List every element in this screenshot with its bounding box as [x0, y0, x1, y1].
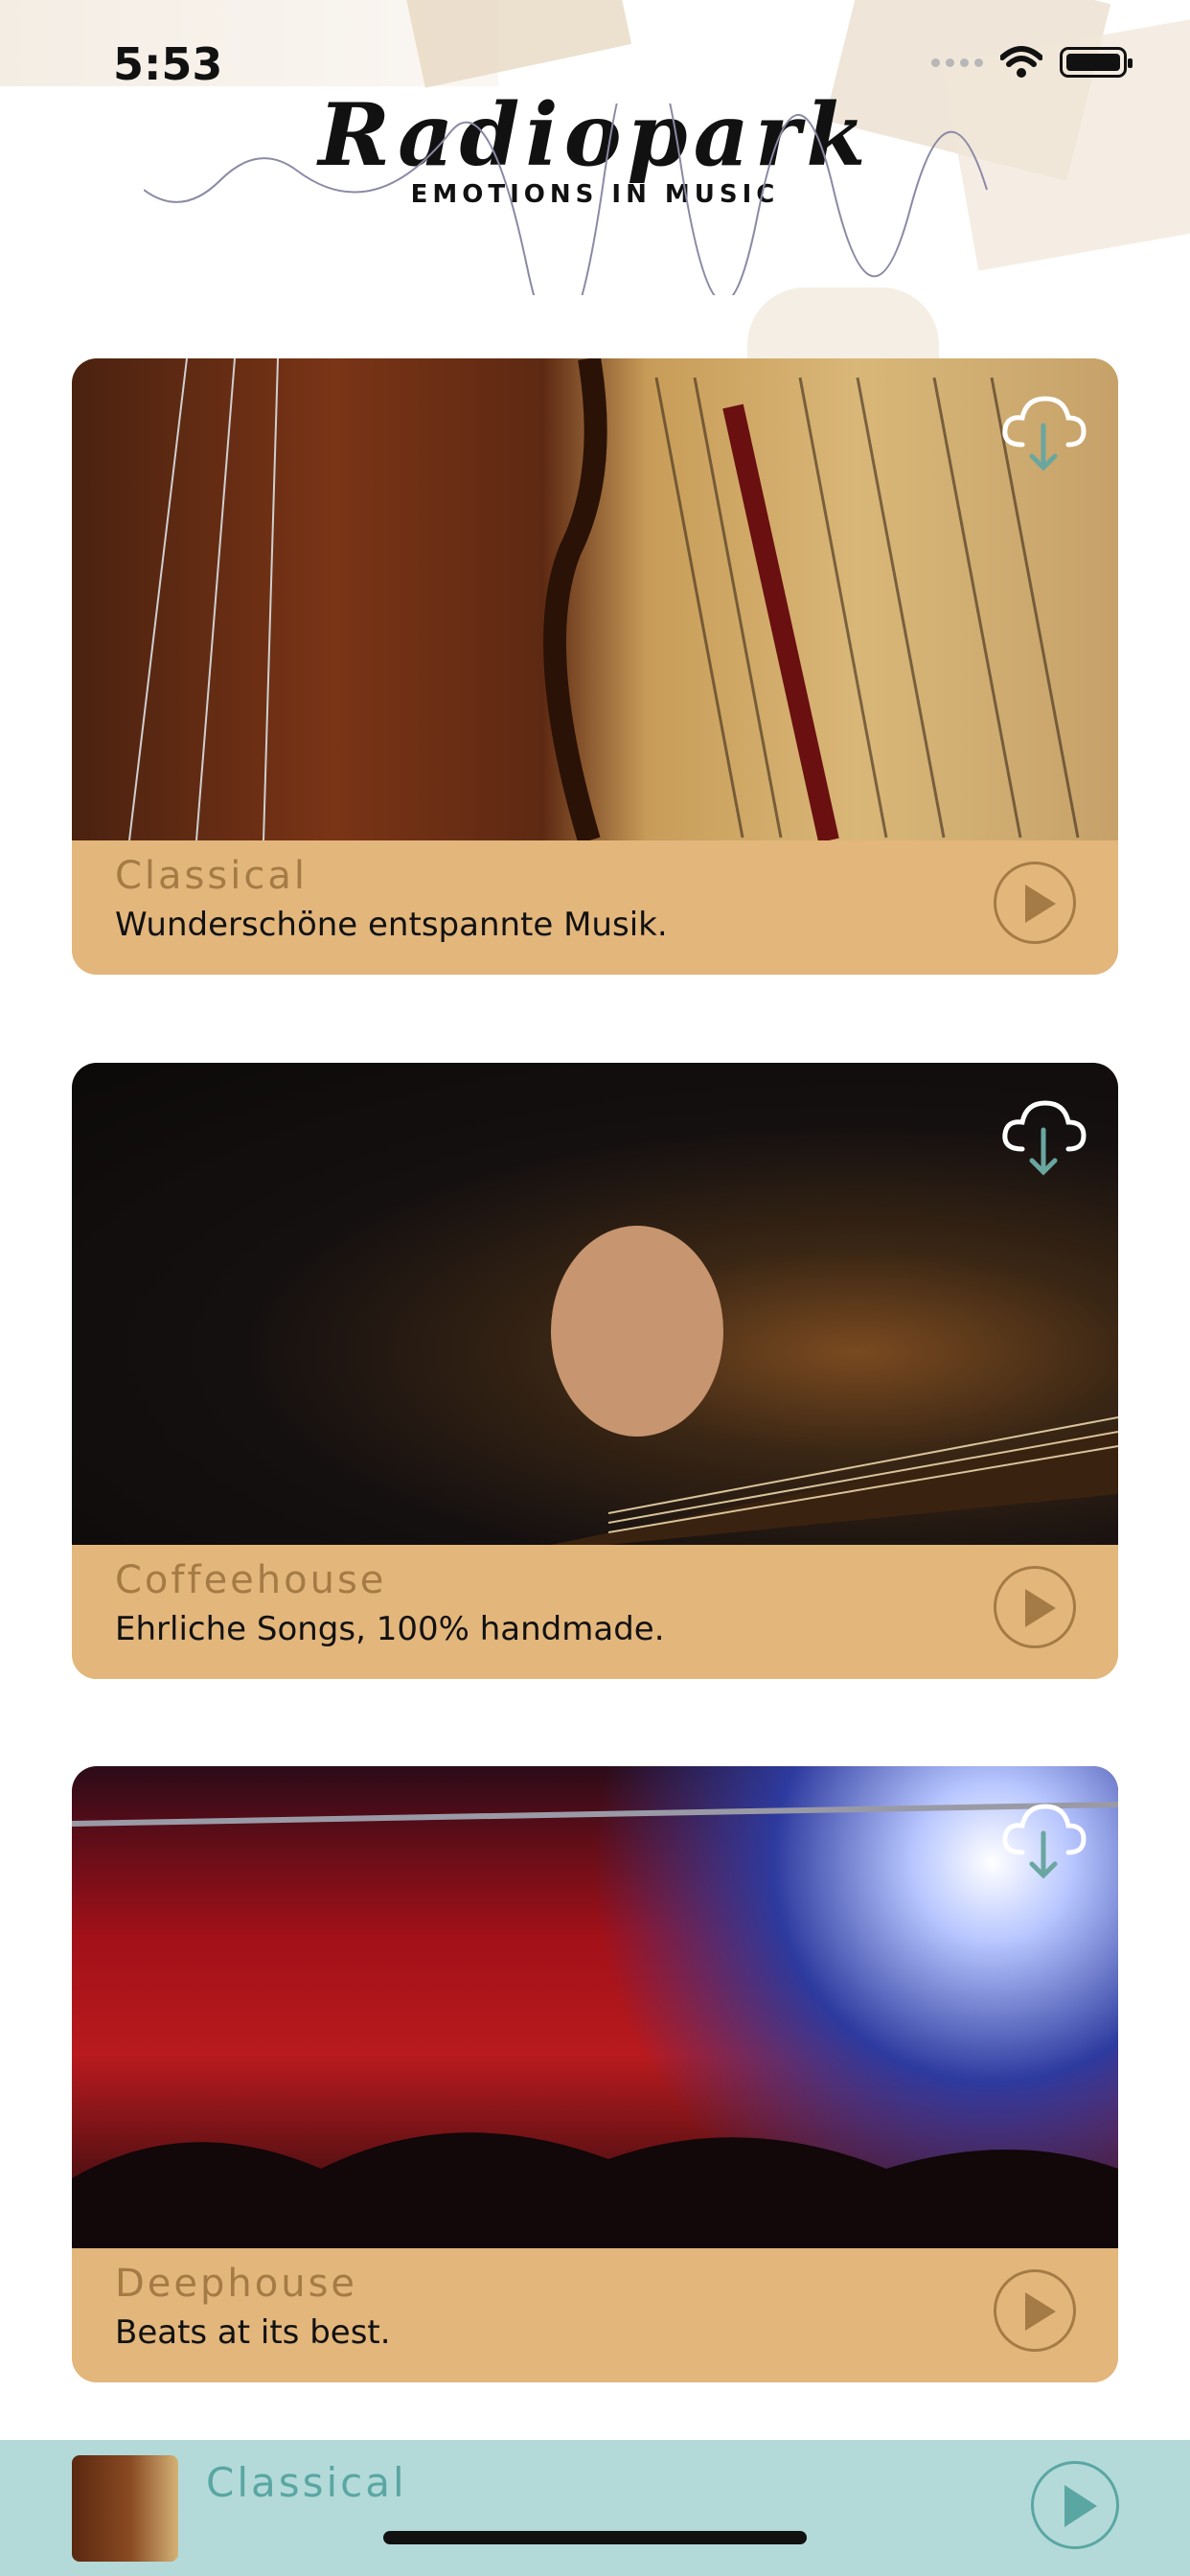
mini-player-thumbnail	[72, 2455, 178, 2562]
play-button[interactable]	[994, 2269, 1076, 2352]
station-card-classical[interactable]: Classical Wunderschöne entspannte Musik.	[72, 358, 1118, 975]
battery-icon	[1060, 47, 1133, 78]
cloud-download-icon[interactable]	[995, 1793, 1091, 1889]
station-image	[72, 358, 1118, 844]
station-description: Wunderschöne entspannte Musik.	[115, 906, 668, 944]
play-button[interactable]	[994, 862, 1076, 944]
station-info: Classical Wunderschöne entspannte Musik.	[72, 840, 1118, 975]
station-description: Beats at its best.	[115, 2313, 391, 2352]
play-button[interactable]	[994, 1566, 1076, 1648]
mini-player-play-button[interactable]	[1031, 2461, 1119, 2549]
station-image	[72, 1766, 1118, 2248]
signal-icon	[931, 58, 983, 67]
status-icons	[931, 46, 1133, 79]
mini-player-title: Classical	[206, 2459, 407, 2506]
station-title: Classical	[115, 854, 308, 898]
station-card-coffeehouse[interactable]: Coffeehouse Ehrliche Songs, 100% handmad…	[72, 1063, 1118, 1679]
cloud-download-icon[interactable]	[995, 385, 1091, 481]
station-image	[72, 1063, 1118, 1545]
status-time: 5:53	[113, 38, 223, 90]
station-title: Coffeehouse	[115, 1558, 387, 1602]
cloud-download-icon[interactable]	[995, 1090, 1091, 1185]
mini-player[interactable]: Classical	[0, 2440, 1190, 2576]
wifi-icon	[1000, 46, 1042, 78]
soundwave-graphic	[144, 104, 988, 295]
station-description: Ehrliche Songs, 100% handmade.	[115, 1610, 665, 1648]
station-title: Deephouse	[115, 2262, 358, 2306]
app-logo: Radiopark EMOTIONS IN MUSIC	[0, 84, 1190, 295]
station-info: Deephouse Beats at its best.	[72, 2248, 1118, 2382]
header-decoration	[402, 0, 632, 88]
station-info: Coffeehouse Ehrliche Songs, 100% handmad…	[72, 1545, 1118, 1679]
station-card-deephouse[interactable]: Deephouse Beats at its best.	[72, 1766, 1118, 2382]
home-indicator[interactable]	[383, 2531, 807, 2544]
